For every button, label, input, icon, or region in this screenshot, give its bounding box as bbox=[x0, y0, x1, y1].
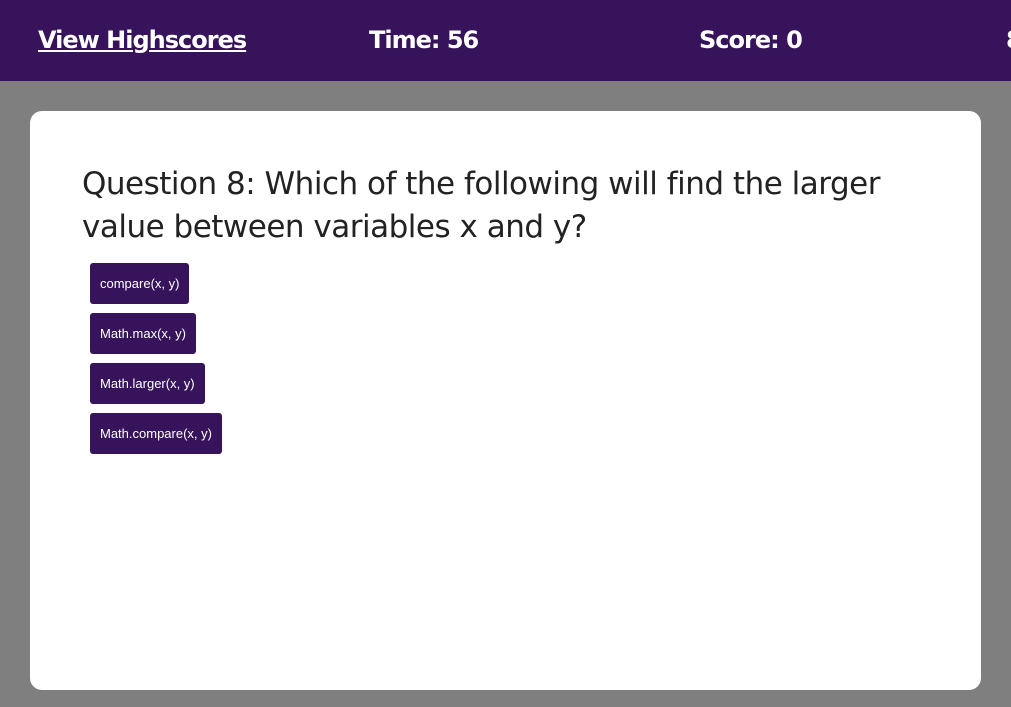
answer-button-2[interactable]: Math.max(x, y) bbox=[90, 313, 196, 354]
quiz-card: Question 8: Which of the following will … bbox=[30, 111, 981, 690]
answer-button-4[interactable]: Math.compare(x, y) bbox=[90, 413, 222, 454]
clipped-header-text: 8 bbox=[1006, 24, 1011, 56]
view-highscores-link[interactable]: View Highscores bbox=[38, 24, 247, 56]
answer-button-3[interactable]: Math.larger(x, y) bbox=[90, 363, 205, 404]
answer-list: compare(x, y) Math.max(x, y) Math.larger… bbox=[90, 263, 222, 463]
timer-display: Time: 56 bbox=[369, 26, 479, 54]
answer-button-1[interactable]: compare(x, y) bbox=[90, 263, 190, 304]
top-nav-bar: View Highscores Time: 56 Score: 0 8 bbox=[0, 0, 1011, 81]
question-text: Question 8: Which of the following will … bbox=[82, 166, 880, 245]
score-display: Score: 0 bbox=[699, 26, 803, 54]
